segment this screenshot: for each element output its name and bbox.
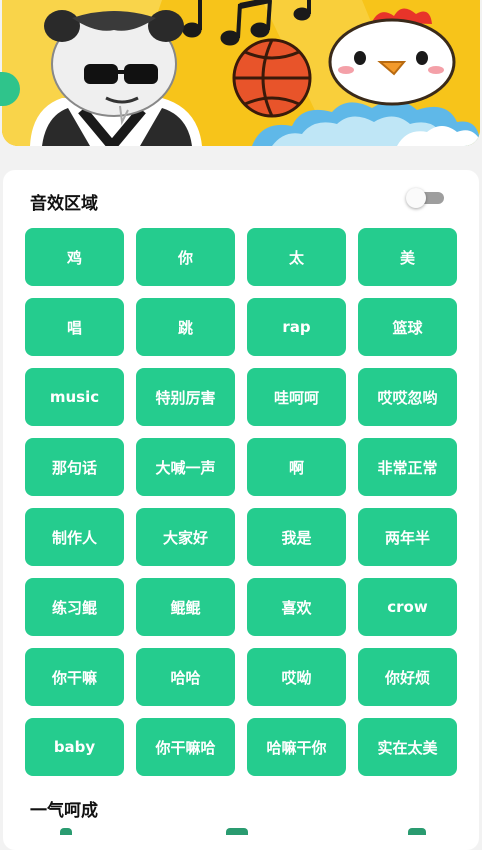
sound-button-grid: 鸡 你 太 美 唱 跳 rap 篮球 music 特别厉害 哇呵呵 哎哎忽哟 那… (25, 228, 457, 776)
sound-button-28[interactable]: baby (25, 718, 124, 776)
sound-button-20[interactable]: 练习鲲 (25, 578, 124, 636)
nav-icon-right[interactable] (408, 828, 426, 835)
sound-button-26[interactable]: 哎呦 (247, 648, 346, 706)
sound-button-6[interactable]: rap (247, 298, 346, 356)
sound-button-4[interactable]: 唱 (25, 298, 124, 356)
sound-button-9[interactable]: 特别厉害 (136, 368, 235, 426)
basketball-icon (232, 38, 312, 118)
sound-button-14[interactable]: 啊 (247, 438, 346, 496)
nav-icon-left[interactable] (60, 828, 72, 835)
sound-button-0[interactable]: 鸡 (25, 228, 124, 286)
sound-button-15[interactable]: 非常正常 (358, 438, 457, 496)
sound-button-1[interactable]: 你 (136, 228, 235, 286)
banner-illustration (2, 0, 480, 146)
sound-button-19[interactable]: 两年半 (358, 508, 457, 566)
sound-mode-toggle[interactable] (406, 188, 446, 208)
sound-button-27[interactable]: 你好烦 (358, 648, 457, 706)
combo-section-title: 一气呵成 (30, 801, 98, 821)
sound-button-11[interactable]: 哎哎忽哟 (358, 368, 457, 426)
sound-button-17[interactable]: 大家好 (136, 508, 235, 566)
sound-button-8[interactable]: music (25, 368, 124, 426)
sound-button-31[interactable]: 实在太美 (358, 718, 457, 776)
sound-button-12[interactable]: 那句话 (25, 438, 124, 496)
sound-button-29[interactable]: 你干嘛哈 (136, 718, 235, 776)
sound-button-21[interactable]: 鲲鲲 (136, 578, 235, 636)
sound-button-24[interactable]: 你干嘛 (25, 648, 124, 706)
nav-icon-center[interactable] (226, 828, 248, 835)
sound-button-22[interactable]: 喜欢 (247, 578, 346, 636)
sound-button-25[interactable]: 哈哈 (136, 648, 235, 706)
sound-button-10[interactable]: 哇呵呵 (247, 368, 346, 426)
sound-effects-section-title: 音效区域 (30, 194, 98, 214)
sound-button-18[interactable]: 我是 (247, 508, 346, 566)
sound-button-16[interactable]: 制作人 (25, 508, 124, 566)
sound-button-23[interactable]: crow (358, 578, 457, 636)
sound-button-3[interactable]: 美 (358, 228, 457, 286)
sound-button-13[interactable]: 大喊一声 (136, 438, 235, 496)
toggle-knob (406, 188, 426, 208)
bottom-nav-partial (0, 828, 482, 835)
sound-button-30[interactable]: 哈嘛干你 (247, 718, 346, 776)
sound-button-7[interactable]: 篮球 (358, 298, 457, 356)
banner-image (2, 0, 480, 146)
sound-button-5[interactable]: 跳 (136, 298, 235, 356)
sound-button-2[interactable]: 太 (247, 228, 346, 286)
